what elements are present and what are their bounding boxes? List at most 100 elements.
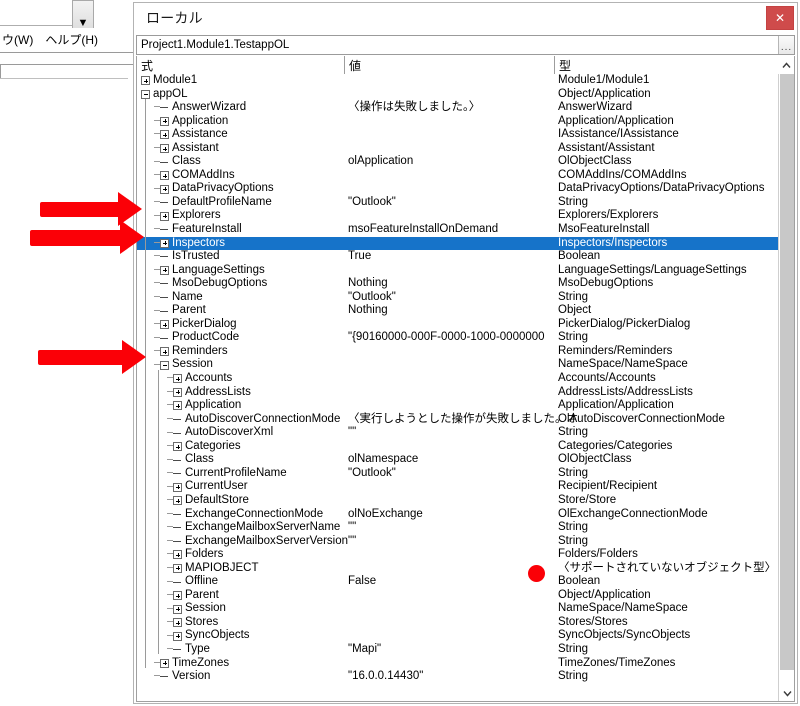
expand-plus-icon[interactable] (160, 130, 169, 140)
expand-plus-icon[interactable] (173, 563, 182, 573)
column-header-value[interactable]: 値 (345, 56, 555, 74)
table-row[interactable]: AutoDiscoverXml "" String (137, 426, 779, 440)
scroll-down-arrow-icon[interactable] (779, 685, 794, 701)
table-row[interactable]: Assistance IAssistance/IAssistance (137, 128, 779, 142)
expand-plus-icon[interactable] (160, 184, 169, 194)
table-row[interactable]: Parent Object/Application (137, 589, 779, 603)
context-path-text[interactable]: Project1.Module1.TestappOL (137, 39, 778, 51)
table-row[interactable]: AnswerWizard 〈操作は失敗しました。〉 AnswerWizard (137, 101, 779, 115)
table-row[interactable]: MAPIOBJECT 〈サポートされていないオブジェクト型〉 (137, 562, 779, 576)
column-header-type[interactable]: 型 (555, 56, 778, 74)
table-row[interactable]: Class olApplication OlObjectClass (137, 155, 779, 169)
table-row[interactable]: SyncObjects SyncObjects/SyncObjects (137, 629, 779, 643)
tree-leaf-icon[interactable] (160, 158, 169, 167)
tree-leaf-icon[interactable] (173, 456, 182, 465)
expand-plus-icon[interactable] (160, 211, 169, 221)
table-row[interactable]: Class olNamespace OlObjectClass (137, 453, 779, 467)
tree-leaf-icon[interactable] (173, 578, 182, 587)
tree-leaf-icon[interactable] (173, 415, 182, 424)
tree-leaf-icon[interactable] (160, 198, 169, 207)
expand-plus-icon[interactable] (173, 591, 182, 601)
table-row[interactable]: MsoDebugOptions Nothing MsoDebugOptions (137, 277, 779, 291)
more-options-button[interactable]: ... (778, 36, 794, 54)
table-row[interactable]: DefaultProfileName "Outlook" String (137, 196, 779, 210)
table-row[interactable]: PickerDialog PickerDialog/PickerDialog (137, 318, 779, 332)
expand-plus-icon[interactable] (173, 482, 182, 492)
expand-plus-icon[interactable] (173, 631, 182, 641)
table-row[interactable]: Accounts Accounts/Accounts (137, 372, 779, 386)
tree-leaf-icon[interactable] (160, 307, 169, 316)
expand-plus-icon[interactable] (173, 550, 182, 560)
table-row[interactable]: Categories Categories/Categories (137, 440, 779, 454)
tree-leaf-icon[interactable] (160, 103, 169, 112)
table-row[interactable]: Folders Folders/Folders (137, 548, 779, 562)
table-row[interactable]: Assistant Assistant/Assistant (137, 142, 779, 156)
scrollbar-thumb[interactable] (780, 74, 794, 670)
collapse-minus-icon[interactable] (160, 360, 169, 370)
locals-row-list[interactable]: Module1 Module1/Module1 appOL Object/Applic… (137, 74, 779, 701)
table-row[interactable]: ProductCode "{90160000-000F-0000-1000-000… (137, 331, 779, 345)
tree-leaf-icon[interactable] (160, 672, 169, 681)
table-row[interactable]: Reminders Reminders/Reminders (137, 345, 779, 359)
table-row[interactable]: Name "Outlook" String (137, 291, 779, 305)
table-row[interactable]: TimeZones TimeZones/TimeZones (137, 657, 779, 671)
expand-plus-icon[interactable] (173, 374, 182, 384)
table-row[interactable]: DefaultStore Store/Store (137, 494, 779, 508)
menu-item-help[interactable]: ヘルプ(H) (45, 31, 98, 48)
table-row[interactable]: AddressLists AddressLists/AddressLists (137, 386, 779, 400)
table-row[interactable]: AutoDiscoverConnectionMode 〈実行しようとした操作が失敗… (137, 413, 779, 427)
tree-leaf-icon[interactable] (173, 429, 182, 438)
expand-plus-icon[interactable] (160, 238, 169, 248)
table-row[interactable]: Application Application/Application (137, 399, 779, 413)
table-row[interactable]: ExchangeConnectionMode olNoExchange OlExch… (137, 508, 779, 522)
table-row[interactable]: Session NameSpace/NameSpace (137, 602, 779, 616)
expand-plus-icon[interactable] (173, 442, 182, 452)
expand-plus-icon[interactable] (160, 116, 169, 126)
table-row[interactable]: Type "Mapi" String (137, 643, 779, 657)
expand-plus-icon[interactable] (173, 604, 182, 614)
table-row[interactable]: Inspectors Inspectors/Inspectors (137, 236, 779, 251)
tree-leaf-icon[interactable] (160, 334, 169, 343)
table-row[interactable]: Application Application/Application (137, 115, 779, 129)
tree-leaf-icon[interactable] (160, 279, 169, 288)
tree-leaf-icon[interactable] (173, 645, 182, 654)
table-row[interactable]: Module1 Module1/Module1 (137, 74, 779, 88)
tree-leaf-icon[interactable] (173, 523, 182, 532)
expand-plus-icon[interactable] (173, 496, 182, 506)
expand-plus-icon[interactable] (160, 658, 169, 668)
expand-plus-icon[interactable] (160, 347, 169, 357)
table-row[interactable]: Parent Nothing Object (137, 304, 779, 318)
column-header-expression[interactable]: 式 (137, 56, 345, 74)
tree-leaf-icon[interactable] (160, 225, 169, 234)
expand-plus-icon[interactable] (160, 171, 169, 181)
table-row[interactable]: appOL Object/Application (137, 88, 779, 102)
expand-plus-icon[interactable] (160, 320, 169, 330)
tree-leaf-icon[interactable] (160, 252, 169, 261)
table-row[interactable]: ExchangeMailboxServerName "" String (137, 521, 779, 535)
table-row[interactable]: CurrentUser Recipient/Recipient (137, 480, 779, 494)
table-row[interactable]: FeatureInstall msoFeatureInstallOnDemand M… (137, 223, 779, 237)
scroll-up-arrow-icon[interactable] (778, 56, 794, 75)
table-row[interactable]: LanguageSettings LanguageSettings/Languag… (137, 264, 779, 278)
table-row[interactable]: Stores Stores/Stores (137, 616, 779, 630)
tree-leaf-icon[interactable] (173, 469, 182, 478)
table-row[interactable]: COMAddIns COMAddIns/COMAddIns (137, 169, 779, 183)
expand-plus-icon[interactable] (173, 387, 182, 397)
expand-plus-icon[interactable] (160, 265, 169, 275)
table-row[interactable]: Offline False Boolean (137, 575, 779, 589)
tree-leaf-icon[interactable] (160, 293, 169, 302)
table-row[interactable]: IsTrusted True Boolean (137, 250, 779, 264)
tree-leaf-icon[interactable] (173, 537, 182, 546)
expand-plus-icon[interactable] (173, 401, 182, 411)
menu-item-window[interactable]: ウ(W) (2, 31, 33, 48)
expand-plus-icon[interactable] (160, 144, 169, 154)
table-row[interactable]: Session NameSpace/NameSpace (137, 358, 779, 372)
tree-leaf-icon[interactable] (173, 510, 182, 519)
table-row[interactable]: Version "16.0.0.14430" String (137, 670, 779, 684)
expand-plus-icon[interactable] (141, 76, 150, 86)
vertical-scrollbar[interactable] (778, 74, 794, 701)
collapse-minus-icon[interactable] (141, 89, 150, 99)
close-button[interactable]: ✕ (766, 6, 794, 30)
table-row[interactable]: DataPrivacyOptions DataPrivacyOptions/Dat… (137, 182, 779, 196)
table-row[interactable]: ExchangeMailboxServerVersion "" String (137, 535, 779, 549)
